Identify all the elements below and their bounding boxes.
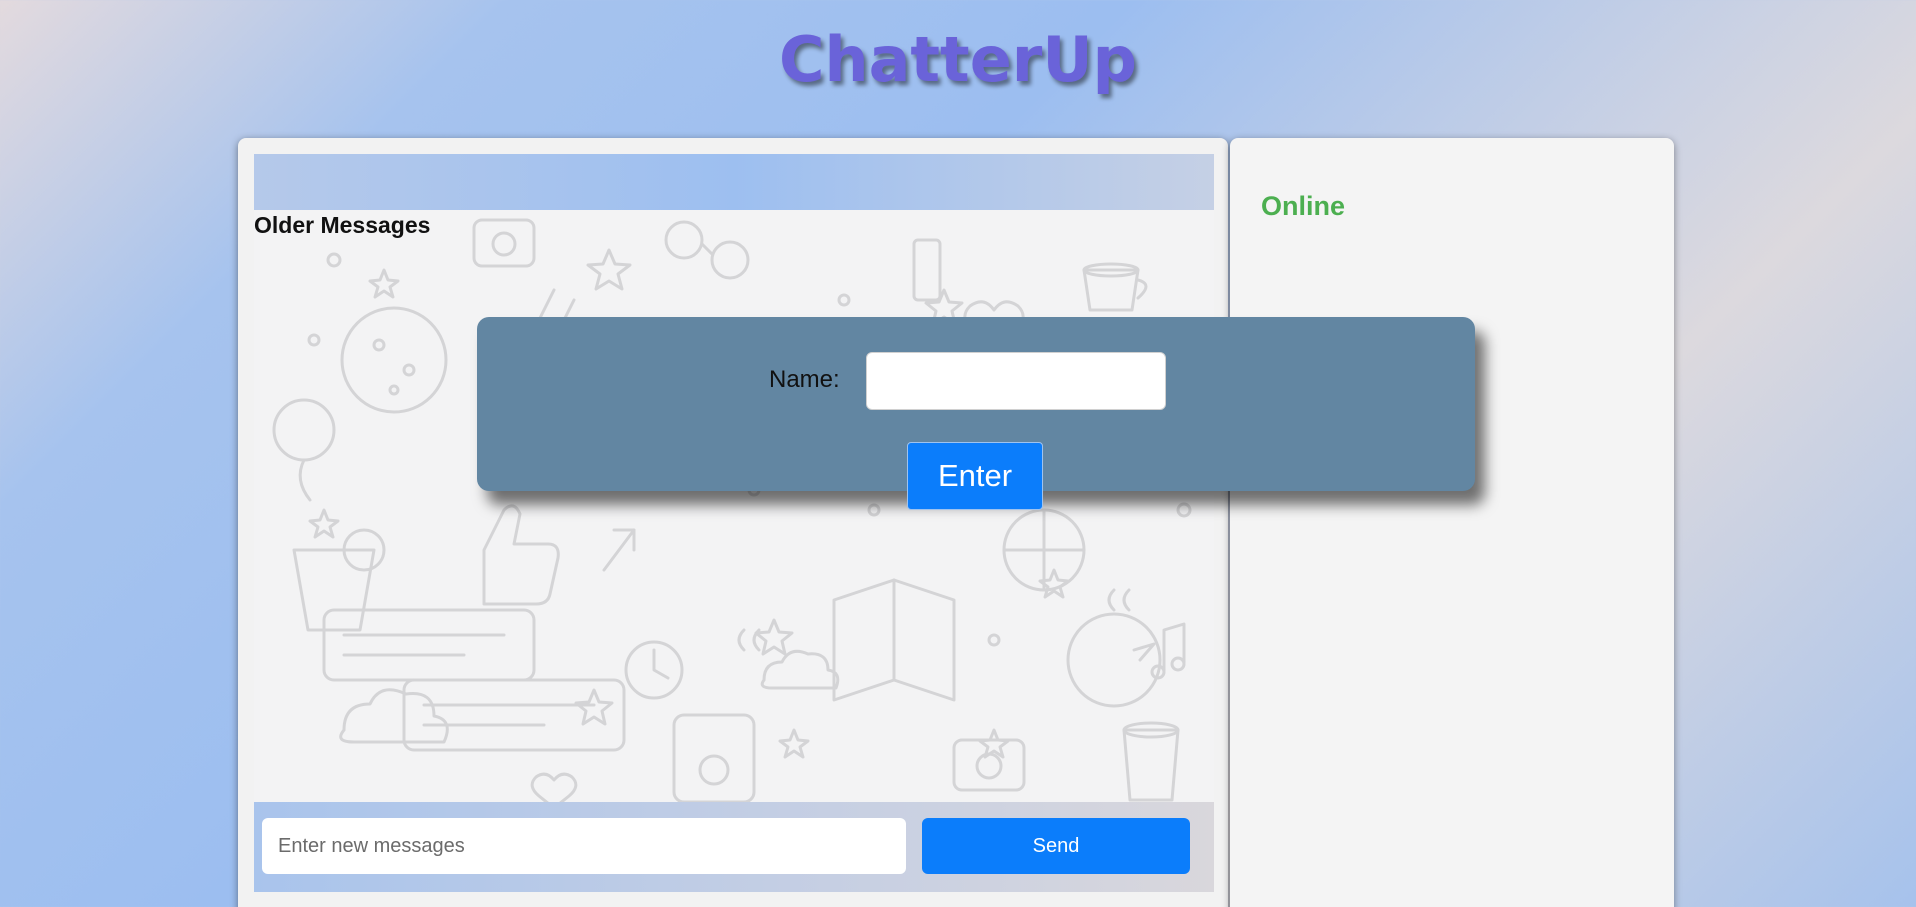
doodle-background bbox=[272, 218, 1192, 802]
older-messages-label[interactable]: Older Messages bbox=[254, 210, 430, 240]
app-title: ChatterUp bbox=[778, 23, 1138, 96]
enter-button[interactable]: Enter bbox=[907, 442, 1043, 510]
name-input[interactable] bbox=[866, 352, 1166, 410]
online-title: Online bbox=[1261, 191, 1346, 221]
message-input[interactable] bbox=[262, 818, 906, 874]
name-label: Name: bbox=[769, 366, 840, 393]
name-modal: Name: Enter bbox=[477, 317, 1475, 510]
chat-panel: Older Messages Send bbox=[238, 138, 1228, 907]
messages-area[interactable]: Older Messages bbox=[254, 210, 1214, 802]
compose-bar: Send bbox=[254, 802, 1214, 892]
chat-header-bar bbox=[254, 154, 1214, 210]
online-panel: Online bbox=[1230, 138, 1674, 907]
send-button[interactable]: Send bbox=[922, 818, 1190, 874]
